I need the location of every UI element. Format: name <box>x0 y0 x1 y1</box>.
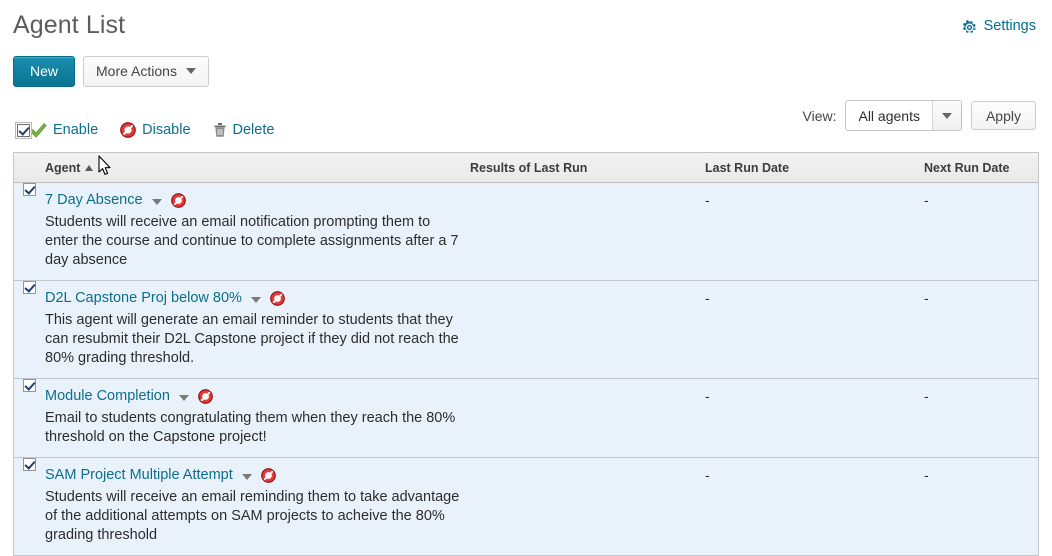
row-results-cell <box>470 378 705 458</box>
chevron-down-icon[interactable] <box>931 101 961 130</box>
chevron-down-icon[interactable] <box>178 388 189 406</box>
enable-label: Enable <box>53 122 99 138</box>
chevron-down-icon[interactable] <box>151 192 162 210</box>
gear-icon <box>962 19 977 35</box>
next-run-date-value: - <box>924 192 929 208</box>
row-last-run-cell: - <box>705 280 924 379</box>
red-ban-icon[interactable] <box>261 468 276 483</box>
trash-icon <box>213 122 227 138</box>
last-run-date-value: - <box>705 192 710 208</box>
more-actions-label: More Actions <box>96 63 177 79</box>
agent-description: This agent will generate an email remind… <box>45 312 459 366</box>
settings-link[interactable]: Settings <box>962 18 1036 34</box>
row-results-cell <box>470 182 705 281</box>
agent-name-link[interactable]: SAM Project Multiple Attempt <box>45 467 233 484</box>
table-row: D2L Capstone Proj below 80% This agent wi… <box>14 280 1038 379</box>
table-row: SAM Project Multiple Attempt Students wil… <box>14 457 1038 556</box>
disable-label: Disable <box>142 122 191 138</box>
next-run-date-value: - <box>924 290 929 306</box>
chevron-down-icon[interactable] <box>241 467 252 485</box>
row-checkbox[interactable] <box>23 183 36 196</box>
table-row: Module Completion Email to students congr… <box>14 378 1038 458</box>
results-of-last-run-value <box>470 458 705 467</box>
results-of-last-run-value <box>470 281 705 290</box>
table-row: 7 Day Absence Students will receive an em… <box>14 182 1038 281</box>
row-last-run-cell: - <box>705 182 924 281</box>
row-next-run-cell: - <box>924 182 1038 281</box>
last-run-date-value: - <box>705 290 710 306</box>
column-header-last-run-date[interactable]: Last Run Date <box>705 153 924 183</box>
view-select[interactable]: All agents <box>845 100 962 131</box>
next-run-date-value: - <box>924 467 929 483</box>
view-select-value: All agents <box>846 101 932 130</box>
row-agent-cell: SAM Project Multiple Attempt Students wil… <box>45 457 470 556</box>
row-checkbox[interactable] <box>23 379 36 392</box>
red-ban-icon[interactable] <box>270 291 285 306</box>
settings-label: Settings <box>983 18 1036 34</box>
row-checkbox-cell <box>14 280 45 379</box>
row-checkbox-cell <box>14 378 45 458</box>
column-header-agent-label: Agent <box>45 160 81 175</box>
row-checkbox[interactable] <box>23 458 36 471</box>
action-button-bar: New More Actions <box>0 44 1052 87</box>
row-agent-cell: 7 Day Absence Students will receive an em… <box>45 182 470 281</box>
chevron-down-icon <box>185 68 196 74</box>
new-button[interactable]: New <box>13 56 76 87</box>
view-filter-bar: View: All agents Apply <box>802 100 1036 131</box>
row-last-run-cell: - <box>705 457 924 556</box>
agent-name-link[interactable]: Module Completion <box>45 388 170 405</box>
row-next-run-cell: - <box>924 378 1038 458</box>
row-checkbox-cell <box>14 182 45 281</box>
row-agent-cell: D2L Capstone Proj below 80% This agent wi… <box>45 280 470 379</box>
table-head: Agent Results of Last Run Last Run Date … <box>14 153 1038 183</box>
column-header-checkbox <box>14 153 45 183</box>
disable-action[interactable]: Disable <box>120 122 191 138</box>
row-next-run-cell: - <box>924 457 1038 556</box>
agent-name-link[interactable]: D2L Capstone Proj below 80% <box>45 290 242 307</box>
delete-label: Delete <box>232 122 275 138</box>
table-body: 7 Day Absence Students will receive an em… <box>14 182 1038 556</box>
row-checkbox[interactable] <box>23 281 36 294</box>
sort-ascending-icon <box>85 164 94 171</box>
more-actions-button[interactable]: More Actions <box>83 56 209 87</box>
chevron-down-icon[interactable] <box>250 290 261 308</box>
red-ban-icon[interactable] <box>170 193 186 208</box>
apply-button[interactable]: Apply <box>970 101 1036 130</box>
last-run-date-value: - <box>705 467 710 483</box>
delete-action[interactable]: Delete <box>213 122 275 138</box>
agent-name-link[interactable]: 7 Day Absence <box>45 192 143 209</box>
last-run-date-value: - <box>705 388 710 404</box>
page-title: Agent List <box>13 11 126 39</box>
row-agent-cell: Module Completion Email to students congr… <box>45 378 470 458</box>
view-label: View: <box>802 107 837 124</box>
row-checkbox-cell <box>14 457 45 556</box>
results-of-last-run-value <box>470 379 705 388</box>
agent-table: Agent Results of Last Run Last Run Date … <box>14 153 1038 556</box>
select-all-checkbox[interactable] <box>17 123 30 137</box>
red-ban-icon <box>120 122 136 138</box>
results-of-last-run-value <box>470 183 705 192</box>
column-header-results[interactable]: Results of Last Run <box>470 153 705 183</box>
row-results-cell <box>470 457 705 556</box>
agent-table-container: Agent Results of Last Run Last Run Date … <box>13 152 1039 556</box>
column-header-next-run-date[interactable]: Next Run Date <box>924 153 1038 183</box>
column-header-agent[interactable]: Agent <box>45 153 470 183</box>
agent-description: Students will receive an email notificat… <box>45 214 459 268</box>
agent-description: Email to students congratulating them wh… <box>45 410 456 445</box>
table-header-row: Agent Results of Last Run Last Run Date … <box>14 153 1038 183</box>
red-ban-icon[interactable] <box>198 389 213 404</box>
enable-action[interactable]: Enable <box>30 122 98 138</box>
page-header: Agent List Settings <box>0 0 1052 44</box>
agent-description: Students will receive an email reminding… <box>45 489 460 543</box>
next-run-date-value: - <box>924 388 929 404</box>
green-check-icon <box>30 122 47 138</box>
row-next-run-cell: - <box>924 280 1038 379</box>
row-last-run-cell: - <box>705 378 924 458</box>
row-results-cell <box>470 280 705 379</box>
